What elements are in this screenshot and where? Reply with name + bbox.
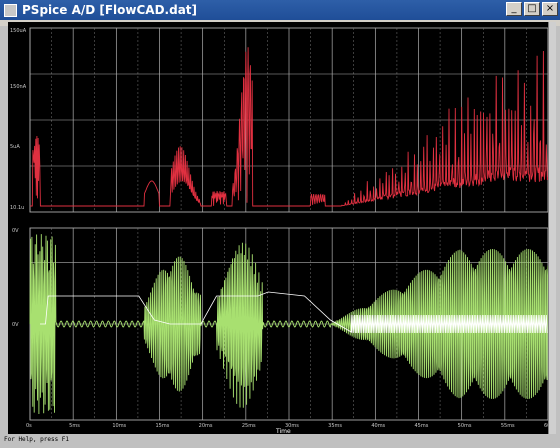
top-y-tick-label: 5uA xyxy=(10,144,20,150)
top-y-tick-label: 150uA xyxy=(10,28,27,34)
bottom-y-tick-label: 0V xyxy=(12,228,19,234)
bottom-plot-panel[interactable]: 0V 0V xyxy=(12,227,549,421)
top-y-tick-label: 10.1u xyxy=(10,205,24,211)
plot-window[interactable]: 150uA 150nA 5uA 10.1u 0V 0V 0s 5ms 10ms 15ms 20m… xyxy=(8,22,558,434)
title-bar[interactable]: PSpice A/D [FlowCAD.dat] _ □ × xyxy=(0,0,560,20)
x-tick-label: 55ms xyxy=(501,423,515,429)
top-plot-panel[interactable]: 150uA 150nA 5uA 10.1u xyxy=(10,27,549,213)
top-y-tick-label: 150nA xyxy=(10,84,27,90)
bottom-y-tick-label: 0V xyxy=(12,322,19,328)
window-title: PSpice A/D [FlowCAD.dat] xyxy=(22,3,198,17)
x-tick-label: 5ms xyxy=(69,423,80,429)
status-text: For Help, press F1 xyxy=(4,436,70,443)
x-tick-label: 25ms xyxy=(242,423,256,429)
status-bar: For Help, press F1 xyxy=(0,436,560,448)
close-button[interactable]: × xyxy=(542,2,558,16)
pspice-window: PSpice A/D [FlowCAD.dat] _ □ × 150uA 150n… xyxy=(0,0,560,448)
x-tick-label: 15ms xyxy=(156,423,170,429)
vertical-scrollbar[interactable] xyxy=(548,22,556,434)
maximize-button[interactable]: □ xyxy=(524,2,540,16)
x-tick-label: 40ms xyxy=(371,423,385,429)
x-axis-ticks: 0s 5ms 10ms 15ms 20ms 25ms 30ms 35ms 40ms 45ms 50m… xyxy=(26,423,558,429)
x-axis-label: Time xyxy=(276,428,291,435)
x-tick-label: 10ms xyxy=(112,423,126,429)
minimize-button[interactable]: _ xyxy=(506,2,522,16)
x-tick-label: 50ms xyxy=(458,423,472,429)
waveform-plot[interactable]: 150uA 150nA 5uA 10.1u 0V 0V 0s 5ms 10ms 15ms 20m… xyxy=(8,22,558,434)
x-tick-label: 35ms xyxy=(328,423,342,429)
pspice-app-icon xyxy=(4,3,17,17)
x-tick-label: 0s xyxy=(26,423,32,429)
x-tick-label: 20ms xyxy=(199,423,213,429)
x-tick-label: 45ms xyxy=(415,423,429,429)
